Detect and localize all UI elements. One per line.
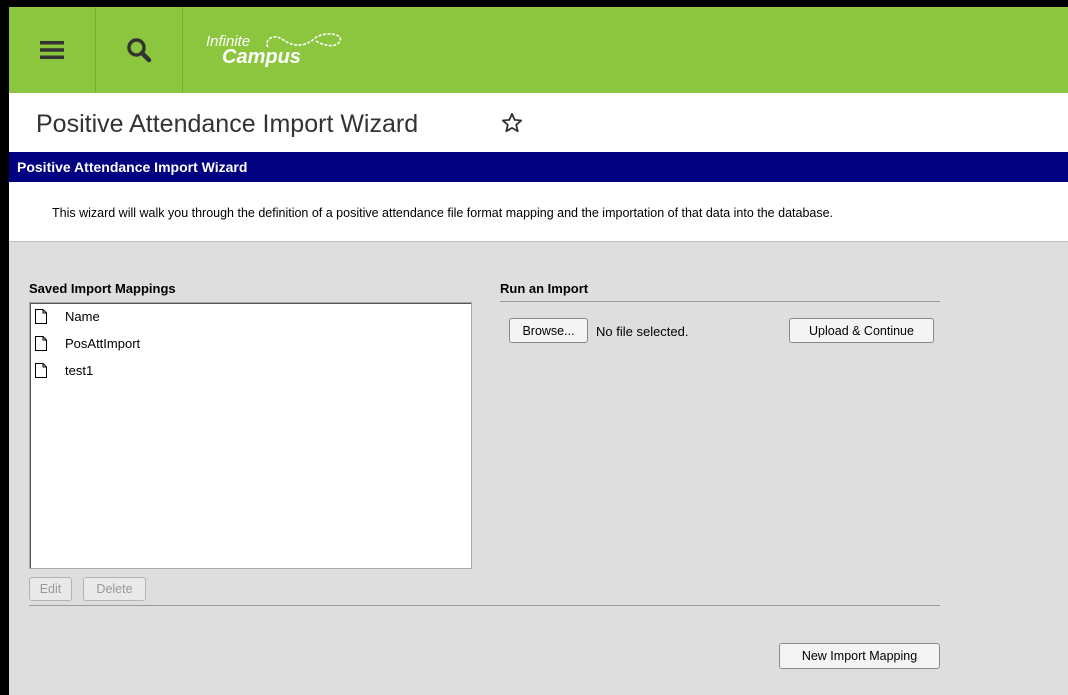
browse-button[interactable]: Browse... [509,318,588,343]
search-button[interactable] [96,7,183,93]
edit-button[interactable]: Edit [29,577,72,601]
saved-mappings-label: Saved Import Mappings [29,281,176,296]
search-icon [127,38,152,63]
delete-button[interactable]: Delete [83,577,146,601]
saved-mappings-list[interactable]: Name PosAttImport test1 [29,302,472,569]
infinity-loop-icon [266,33,342,48]
wizard-description: This wizard will walk you through the de… [52,206,834,220]
file-status-text: No file selected. [596,324,689,339]
list-item[interactable]: PosAttImport [35,332,140,354]
document-icon [35,308,47,324]
divider [29,605,940,606]
list-item[interactable]: test1 [35,359,93,381]
document-icon [35,335,47,351]
star-icon[interactable] [501,112,523,134]
infinite-campus-logo[interactable]: Infinite Campus [204,25,354,77]
list-item-label: Name [65,308,100,324]
top-navigation-bar: Infinite Campus [9,7,1068,93]
list-item-label: test1 [65,362,94,378]
page-title: Positive Attendance Import Wizard [36,110,419,138]
run-import-label: Run an Import [500,281,589,296]
divider [500,301,940,302]
list-item[interactable]: Name [35,305,100,327]
upload-continue-button[interactable]: Upload & Continue [789,318,934,343]
menu-button[interactable] [9,7,96,93]
menu-icon [40,41,64,59]
app-window: Infinite Campus Positive Attendance Impo… [9,7,1068,695]
wizard-header: Positive Attendance Import Wizard [9,152,1068,182]
page-title-bar: Positive Attendance Import Wizard [9,93,1068,152]
list-item-label: PosAttImport [65,335,141,351]
document-icon [35,362,47,378]
new-import-mapping-button[interactable]: New Import Mapping [779,643,940,669]
wizard-description-panel: This wizard will walk you through the de… [9,182,1068,242]
